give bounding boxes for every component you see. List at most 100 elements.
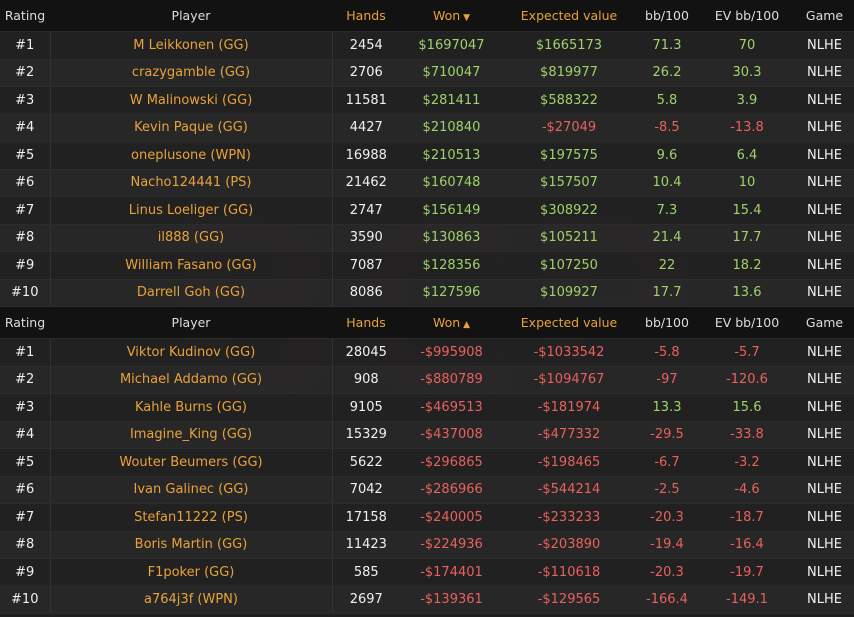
rank-cell: #5: [0, 448, 50, 477]
won-cell: -$437008: [400, 421, 503, 449]
expected-value-cell: $109927: [503, 279, 635, 307]
table-row: #6 Ivan Galinec (GG) 7042 -$286966 -$544214-…: [0, 476, 854, 504]
header-evbb[interactable]: EV bb/100: [699, 306, 795, 339]
table-row: #7 Stefan11222 (PS) 17158 -$240005 -$233233-…: [0, 503, 854, 532]
header-evbb[interactable]: EV bb/100: [699, 0, 795, 32]
won-cell: $710047: [400, 59, 503, 87]
ev-bb100-cell: 6.4: [699, 141, 795, 170]
bb100-cell: 13.3: [635, 393, 699, 422]
game-cell: NLHE: [795, 141, 854, 170]
won-cell: -$139361: [400, 586, 503, 614]
header-hands[interactable]: Hands: [332, 0, 400, 32]
hands-cell: 16988: [331, 141, 400, 170]
hands-cell: 3590: [331, 224, 400, 252]
ev-bb100-cell: 10: [699, 169, 795, 197]
game-cell: NLHE: [795, 503, 854, 532]
hands-cell: 28045: [331, 338, 400, 367]
expected-value-cell: $308922: [503, 196, 635, 225]
game-cell: NLHE: [795, 31, 854, 60]
game-cell: NLHE: [795, 586, 854, 614]
expected-value-cell: -$233233: [503, 503, 635, 532]
won-cell: -$174401: [400, 558, 503, 587]
expected-value-cell: $105211: [503, 224, 635, 252]
top_table-header-row: Rating Player Hands Won ▼ Expected value bb/10…: [0, 0, 854, 32]
bb100-cell: -97: [635, 366, 699, 394]
table-row: #1 M Leikkonen (GG) 2454 $1697047 $1665173 71…: [0, 31, 854, 60]
won-cell: $210840: [400, 114, 503, 142]
ev-bb100-cell: 18.2: [699, 251, 795, 280]
player-link[interactable]: F1poker (GG): [49, 558, 332, 587]
expected-value-cell: -$181974: [503, 393, 635, 422]
player-link[interactable]: crazygamble (GG): [49, 59, 332, 87]
player-link[interactable]: W Malinowski (GG): [49, 86, 332, 115]
player-link[interactable]: Boris Martin (GG): [49, 531, 332, 559]
expected-value-cell: -$1033542: [503, 338, 635, 367]
player-link[interactable]: Kevin Paque (GG): [49, 114, 332, 142]
player-link[interactable]: a764j3f (WPN): [49, 586, 332, 614]
hands-cell: 2706: [331, 59, 400, 87]
ev-bb100-cell: -19.7: [699, 558, 795, 587]
player-link[interactable]: Wouter Beumers (GG): [49, 448, 332, 477]
player-link[interactable]: Kahle Burns (GG): [49, 393, 332, 422]
won-cell: -$224936: [400, 531, 503, 559]
header-player: Player: [50, 0, 332, 32]
game-cell: NLHE: [795, 279, 854, 307]
won-cell: -$880789: [400, 366, 503, 394]
hands-cell: 9105: [331, 393, 400, 422]
game-cell: NLHE: [795, 421, 854, 449]
table-row: #9 William Fasano (GG) 7087 $128356 $107250 2…: [0, 251, 854, 280]
header-game: Game: [795, 306, 854, 339]
table-row: #8 Boris Martin (GG) 11423 -$224936 -$203890…: [0, 531, 854, 559]
player-link[interactable]: oneplusone (WPN): [49, 141, 332, 170]
ev-bb100-cell: -149.1: [699, 586, 795, 614]
rank-cell: #3: [0, 393, 50, 422]
player-link[interactable]: Darrell Goh (GG): [49, 279, 332, 307]
ev-bb100-cell: -18.7: [699, 503, 795, 532]
hands-cell: 15329: [331, 421, 400, 449]
ev-bb100-cell: 15.4: [699, 196, 795, 225]
player-link[interactable]: Nacho124441 (PS): [49, 169, 332, 197]
player-link[interactable]: M Leikkonen (GG): [49, 31, 332, 60]
ev-bb100-cell: -5.7: [699, 338, 795, 367]
bb100-cell: -6.7: [635, 448, 699, 477]
player-link[interactable]: Stefan11222 (PS): [49, 503, 332, 532]
won-cell: $128356: [400, 251, 503, 280]
game-cell: NLHE: [795, 476, 854, 504]
player-link[interactable]: Linus Loeliger (GG): [49, 196, 332, 225]
player-link[interactable]: Michael Addamo (GG): [49, 366, 332, 394]
header-ev[interactable]: Expected value: [503, 306, 635, 339]
rank-cell: #7: [0, 503, 50, 532]
rank-cell: #3: [0, 86, 50, 115]
hands-cell: 5622: [331, 448, 400, 477]
header-won[interactable]: Won ▲: [400, 306, 503, 339]
rank-cell: #9: [0, 558, 50, 587]
table-row: #3 W Malinowski (GG) 11581 $281411 $588322 5.…: [0, 86, 854, 115]
header-hands[interactable]: Hands: [332, 306, 400, 339]
player-link[interactable]: Ivan Galinec (GG): [49, 476, 332, 504]
table-row: #7 Linus Loeliger (GG) 2747 $156149 $308922 7…: [0, 196, 854, 225]
player-link[interactable]: il888 (GG): [49, 224, 332, 252]
caret-down-icon: ▼: [463, 13, 471, 23]
hands-cell: 21462: [331, 169, 400, 197]
hands-cell: 7042: [331, 476, 400, 504]
header-player: Player: [50, 306, 332, 339]
header-bb[interactable]: bb/100: [635, 0, 699, 32]
player-link[interactable]: Viktor Kudinov (GG): [49, 338, 332, 367]
rank-cell: #1: [0, 338, 50, 367]
game-cell: NLHE: [795, 558, 854, 587]
table-row: #3 Kahle Burns (GG) 9105 -$469513 -$181974 13…: [0, 393, 854, 422]
ev-bb100-cell: -13.8: [699, 114, 795, 142]
hands-cell: 908: [331, 366, 400, 394]
header-ev[interactable]: Expected value: [503, 0, 635, 32]
ev-bb100-cell: 15.6: [699, 393, 795, 422]
hands-cell: 2454: [331, 31, 400, 60]
header-won[interactable]: Won ▼: [400, 0, 503, 32]
bb100-cell: -5.8: [635, 338, 699, 367]
hands-cell: 11423: [331, 531, 400, 559]
header-bb[interactable]: bb/100: [635, 306, 699, 339]
player-link[interactable]: William Fasano (GG): [49, 251, 332, 280]
ev-bb100-cell: -33.8: [699, 421, 795, 449]
table-row: #1 Viktor Kudinov (GG) 28045 -$995908 -$1033…: [0, 338, 854, 367]
bb100-cell: 9.6: [635, 141, 699, 170]
player-link[interactable]: Imagine_King (GG): [49, 421, 332, 449]
